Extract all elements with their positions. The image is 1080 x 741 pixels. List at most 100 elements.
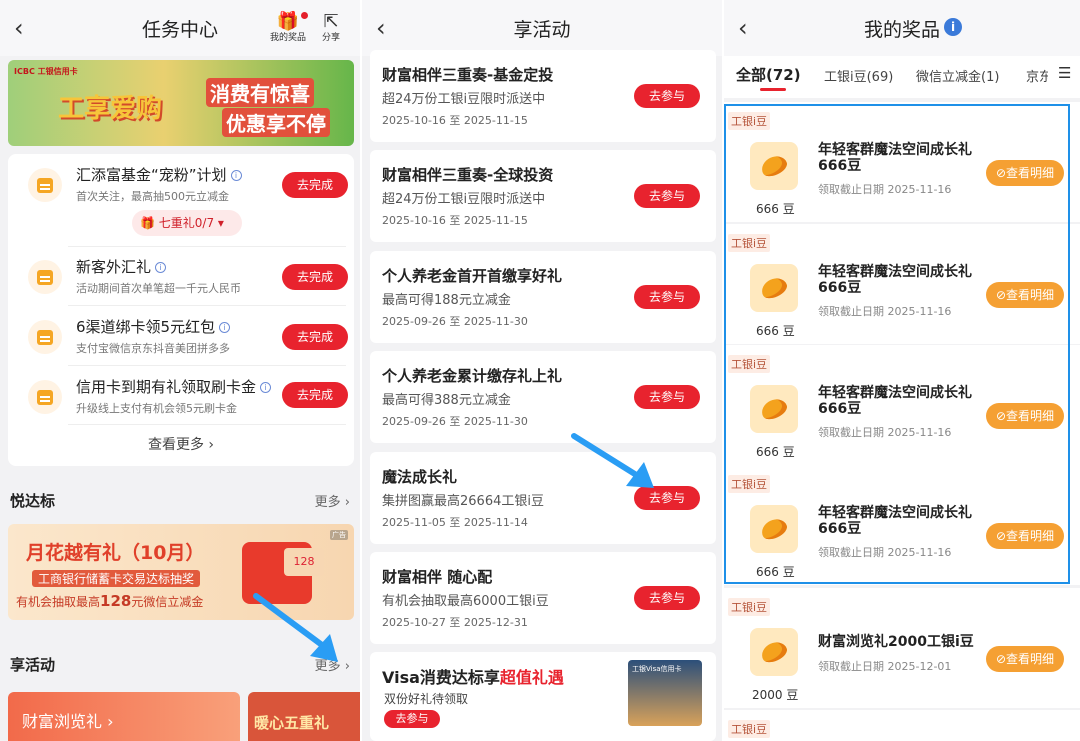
tab-bar: 全部(72) 工银i豆(69) 微信立减金(1) 京东 ☰ xyxy=(724,56,1080,98)
ad-badge: 广告 xyxy=(330,530,348,540)
visa-join-button[interactable]: 去参与 xyxy=(384,710,440,728)
prize-item[interactable]: 工银i豆 财富浏览礼2000工银i豆 领取截止日期 2025-12-01 2000 豆… xyxy=(724,588,1080,708)
prize-item[interactable]: 工银i豆 年轻客群魔法空间成长礼666豆 领取截止日期 2025-11-16 666 … xyxy=(724,102,1080,222)
activity-item[interactable]: 个人养老金累计缴存礼上礼 最高可得388元立减金 2025-09-26 至 2025… xyxy=(370,351,716,443)
activity-item[interactable]: 财富相伴三重奏-全球投资 超24万份工银i豆限时派送中 2025-10-16 至 2… xyxy=(370,150,716,242)
prize-date: 领取截止日期 2025-11-16 xyxy=(818,546,952,559)
task-item: 信用卡到期有礼领取刷卡金 i 升级线上支付有机会领5元刷卡金 去完成 xyxy=(8,366,354,426)
activity-desc: 最高可得388元立减金 xyxy=(382,393,511,408)
seven-gift-badge[interactable]: 🎁 七重礼0/7 ▾ xyxy=(132,210,242,236)
list-menu-icon[interactable]: ☰ xyxy=(1058,64,1071,82)
activity-item[interactable]: 个人养老金首开首缴享好礼 最高可得188元立减金 2025-09-26 至 2025… xyxy=(370,251,716,343)
task-desc: 升级线上支付有机会领5元刷卡金 xyxy=(76,402,237,415)
prize-item[interactable]: 工银i豆 xyxy=(724,710,1080,741)
task-title: 6渠道绑卡领5元红包 xyxy=(76,318,216,336)
view-detail-button[interactable]: ⊘查看明细 xyxy=(986,160,1064,186)
section-title: 悦达标 xyxy=(10,492,56,510)
complete-button[interactable]: 去完成 xyxy=(282,264,348,290)
activity-name: 财富相伴三重奏-基金定投 xyxy=(382,66,554,84)
join-button[interactable]: 去参与 xyxy=(634,586,700,610)
activity-card-a[interactable]: 财富浏览礼 › xyxy=(8,692,240,741)
info-icon[interactable]: i xyxy=(155,262,167,273)
view-detail-label: 查看明细 xyxy=(1006,409,1055,423)
view-detail-button[interactable]: ⊘查看明细 xyxy=(986,282,1064,308)
join-button[interactable]: 去参与 xyxy=(634,184,700,208)
activity-desc: 超24万份工银i豆限时派送中 xyxy=(382,92,546,107)
more-link[interactable]: 更多 › xyxy=(315,491,350,510)
activity-date: 2025-09-26 至 2025-11-30 xyxy=(382,415,528,428)
promo-desc-post: 元微信立减金 xyxy=(131,595,204,609)
activity-name: 魔法成长礼 xyxy=(382,468,458,486)
task-title: 汇添富基金“宠粉”计划 xyxy=(76,166,227,184)
activity-item[interactable]: 财富相伴三重奏-基金定投 超24万份工银i豆限时派送中 2025-10-16 至 2… xyxy=(370,50,716,142)
prize-name: 年轻客群魔法空间成长礼666豆 xyxy=(818,264,972,296)
promo-amount: 128 xyxy=(100,592,132,610)
share-label: 分享 xyxy=(322,33,341,43)
prize-tag: 工银i豆 xyxy=(728,112,771,130)
join-button[interactable]: 去参与 xyxy=(634,84,700,108)
visa-sub: 双份好礼待领取 xyxy=(384,692,469,706)
info-icon[interactable]: i xyxy=(260,382,272,393)
header: ‹ 任务中心 🎁 我的奖品 ⇱ 分享 xyxy=(0,0,360,56)
tab-all[interactable]: 全部(72) xyxy=(736,64,801,85)
info-icon[interactable]: i xyxy=(944,18,962,36)
prize-name: 财富浏览礼2000工银i豆 xyxy=(818,634,974,650)
prize-tag: 工银i豆 xyxy=(728,355,771,373)
visa-banner[interactable]: Visa消费达标享超值礼遇 双份好礼待领取 去参与 工银Visa信用卡 xyxy=(370,652,716,741)
view-detail-button[interactable]: ⊘查看明细 xyxy=(986,646,1064,672)
pointer-arrow-icon xyxy=(571,433,654,488)
tab-jd[interactable]: 京东 xyxy=(1026,66,1048,85)
task-desc: 活动期间首次单笔超一千元人民币 xyxy=(76,282,241,295)
activity-card-b[interactable]: 暖心五重礼 xyxy=(248,692,360,741)
info-icon[interactable]: i xyxy=(230,170,242,181)
activity-desc: 集拼图赢最高26664工银i豆 xyxy=(382,494,544,509)
prize-name: 年轻客群魔法空间成长礼666豆 xyxy=(818,385,972,417)
complete-button[interactable]: 去完成 xyxy=(282,172,348,198)
task-item: 汇添富基金“宠粉”计划 i 首次关注，最高抽500元立减金 去完成 🎁 七重礼0/… xyxy=(8,154,354,246)
back-icon[interactable]: ‹ xyxy=(14,14,24,42)
page-title: 享活动 xyxy=(513,18,571,41)
activity-desc: 最高可得188元立减金 xyxy=(382,293,511,308)
complete-button[interactable]: 去完成 xyxy=(282,324,348,350)
task-center-panel: ‹ 任务中心 🎁 我的奖品 ⇱ 分享 ICBC 工银信用卡 工享爱购 消费有惊喜… xyxy=(0,0,360,741)
view-detail-button[interactable]: ⊘查看明细 xyxy=(986,523,1064,549)
promo-banner[interactable]: ICBC 工银信用卡 工享爱购 消费有惊喜 优惠享不停 xyxy=(8,60,354,146)
back-icon[interactable]: ‹ xyxy=(738,14,748,42)
back-icon[interactable]: ‹ xyxy=(376,14,386,42)
activity-item[interactable]: 财富相伴 随心配有机会抽取最高6000工银i豆 2025-10-27 至 2025… xyxy=(370,552,716,644)
activity-desc: 有机会抽取最高6000工银i豆 xyxy=(382,594,549,609)
promo-sub: 工商银行储蓄卡交易达标抽奖 xyxy=(32,570,201,587)
my-prizes-button[interactable]: 🎁 我的奖品 xyxy=(270,12,309,44)
join-button[interactable]: 去参与 xyxy=(634,385,700,409)
page-title: 我的奖品 xyxy=(863,18,940,41)
join-button[interactable]: 去参与 xyxy=(634,285,700,309)
activity-item[interactable]: 魔法成长礼集拼图赢最高26664工银i豆 2025-11-05 至 2025-11… xyxy=(370,452,716,544)
complete-button[interactable]: 去完成 xyxy=(282,382,348,408)
activity-name: 财富相伴三重奏-全球投资 xyxy=(382,166,554,184)
prize-item[interactable]: 工银i豆 年轻客群魔法空间成长礼666豆 领取截止日期 2025-11-16 666 … xyxy=(724,345,1080,465)
my-prizes-panel: ‹ 我的奖品 i 全部(72) 工银i豆(69) 微信立减金(1) 京东 ☰ 工… xyxy=(724,0,1080,741)
activity-date: 2025-10-16 至 2025-11-15 xyxy=(382,214,528,227)
header: ‹ 我的奖品 i xyxy=(724,0,1080,56)
my-prizes-label: 我的奖品 xyxy=(270,33,307,43)
activity-date: 2025-11-05 至 2025-11-14 xyxy=(382,516,528,529)
promo-desc: 有机会抽取最高128元微信立减金 xyxy=(16,592,203,610)
share-button[interactable]: ⇱ 分享 xyxy=(322,12,340,44)
view-more-link[interactable]: 查看更多 › xyxy=(8,434,354,454)
tab-wechat[interactable]: 微信立减金(1) xyxy=(916,66,999,85)
activity-name: 财富相伴 随心配 xyxy=(382,568,493,586)
prize-tag: 工银i豆 xyxy=(728,475,771,493)
visa-title: Visa消费达标享 xyxy=(382,668,500,687)
view-more-label: 查看更多 xyxy=(147,437,204,453)
prize-tag: 工银i豆 xyxy=(728,234,771,252)
view-detail-button[interactable]: ⊘查看明细 xyxy=(986,403,1064,429)
prize-item[interactable]: 工银i豆 年轻客群魔法空间成长礼666豆 领取截止日期 2025-11-16 666 … xyxy=(724,224,1080,344)
prize-date: 领取截止日期 2025-11-16 xyxy=(818,183,952,196)
tab-beans[interactable]: 工银i豆(69) xyxy=(824,66,893,85)
calendar-icon xyxy=(28,380,62,414)
activity-date: 2025-10-27 至 2025-12-31 xyxy=(382,616,528,629)
info-icon[interactable]: i xyxy=(219,322,231,333)
activity-card-label: 财富浏览礼 xyxy=(22,712,103,731)
seven-gift-label: 七重礼0/7 xyxy=(158,216,215,230)
prize-item[interactable]: 工银i豆 年轻客群魔法空间成长礼666豆 领取截止日期 2025-11-16 666 … xyxy=(724,465,1080,585)
